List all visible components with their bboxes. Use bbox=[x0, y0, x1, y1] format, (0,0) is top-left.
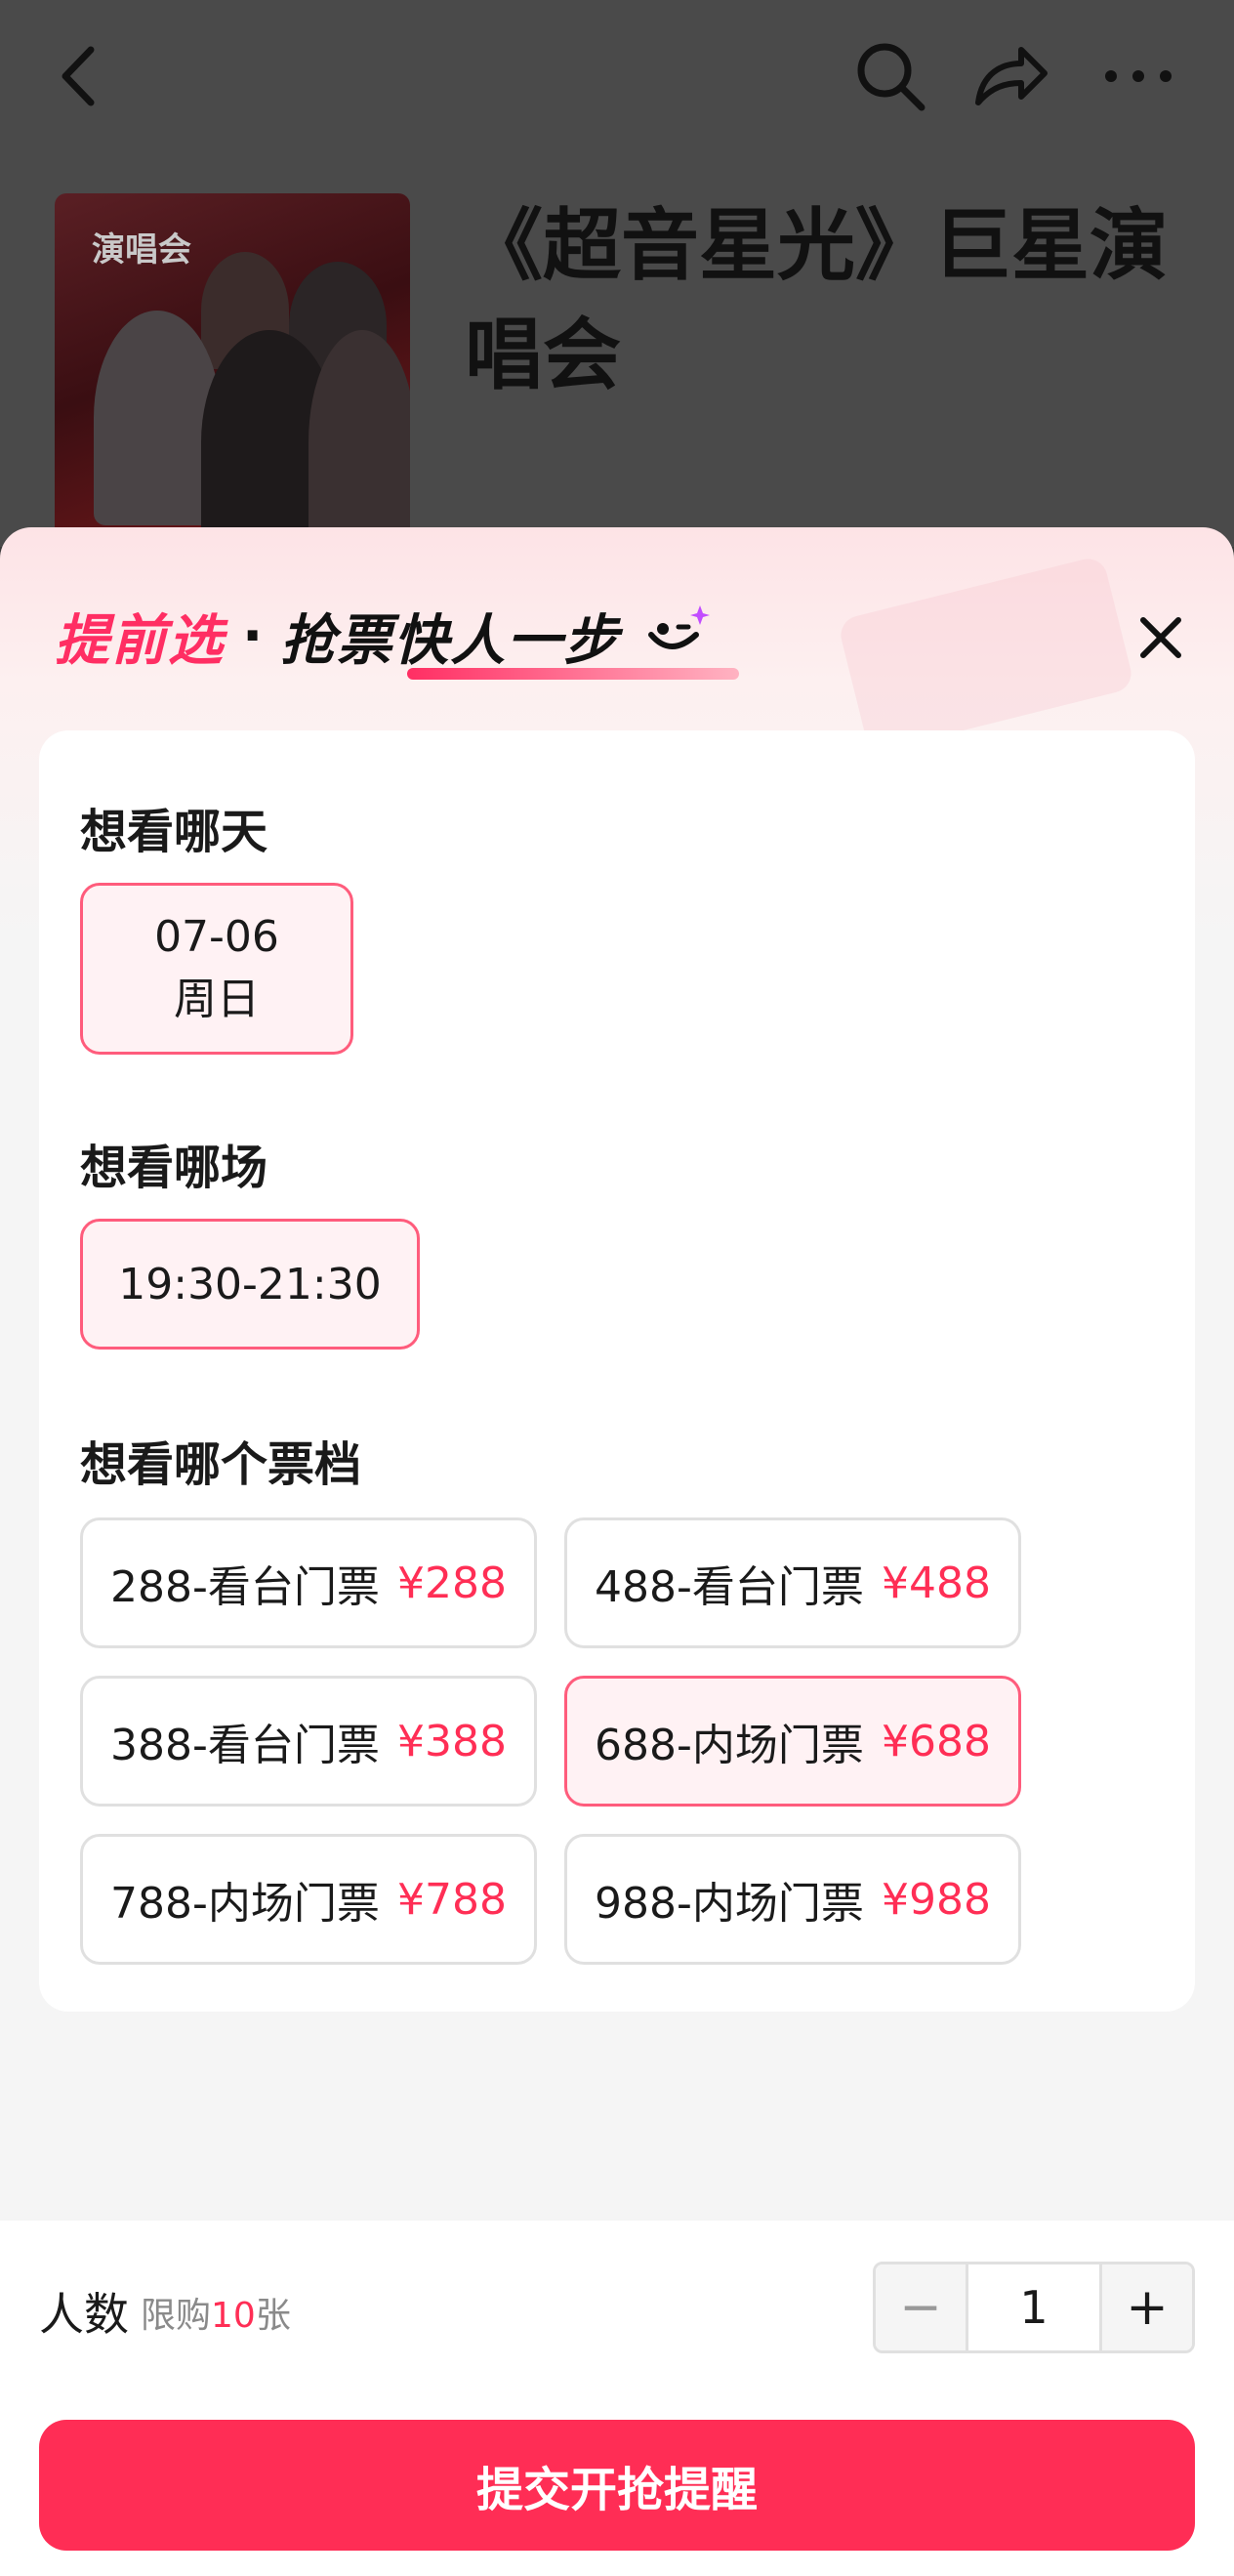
poster-tag: 演唱会 bbox=[92, 230, 191, 270]
tier-option[interactable]: 688-内场门票 ¥688 bbox=[564, 1676, 1021, 1807]
date-option[interactable]: 07-06 周日 bbox=[80, 883, 353, 1055]
quantity-label: 人数 bbox=[39, 2288, 129, 2341]
wink-face-icon bbox=[641, 602, 711, 670]
quantity-stepper: − 1 + bbox=[873, 2262, 1195, 2353]
ticket-selection-sheet: 提前选 · 抢票快人一步 想看哪天 07-06 周日 想看哪场 19:30-21… bbox=[0, 527, 1234, 2576]
close-button[interactable] bbox=[1117, 594, 1205, 682]
banner-separator: · bbox=[242, 603, 264, 668]
tier-price: ¥988 bbox=[882, 1874, 991, 1925]
quantity-row: 人数 限购10张 − 1 + bbox=[0, 2221, 1234, 2396]
session-option[interactable]: 19:30-21:30 bbox=[80, 1219, 420, 1350]
tier-price: ¥288 bbox=[397, 1558, 507, 1608]
session-section-title: 想看哪场 bbox=[80, 1141, 268, 1195]
sheet-banner: 提前选 · 抢票快人一步 bbox=[55, 592, 740, 680]
submit-reminder-button[interactable]: 提交开抢提醒 bbox=[39, 2420, 1195, 2551]
tier-price: ¥488 bbox=[882, 1558, 991, 1608]
tier-option[interactable]: 288-看台门票 ¥288 bbox=[80, 1517, 537, 1648]
tier-option[interactable]: 988-内场门票 ¥988 bbox=[564, 1834, 1021, 1965]
back-arrow-icon[interactable] bbox=[39, 37, 117, 115]
date-section-title: 想看哪天 bbox=[80, 805, 268, 859]
tier-price: ¥788 bbox=[397, 1874, 507, 1925]
session-option-time: 19:30-21:30 bbox=[118, 1259, 382, 1309]
poster-figure bbox=[308, 330, 410, 547]
share-icon[interactable] bbox=[972, 37, 1050, 115]
tier-option[interactable]: 488-看台门票 ¥488 bbox=[564, 1517, 1021, 1648]
purchase-limit: 限购10张 bbox=[141, 2287, 291, 2338]
tier-name: 688-内场门票 bbox=[595, 1721, 864, 1770]
submit-bar: 提交开抢提醒 bbox=[0, 2394, 1234, 2576]
date-option-date: 07-06 bbox=[154, 912, 279, 962]
banner-highlight: 提前选 bbox=[55, 608, 225, 673]
close-icon bbox=[1140, 617, 1181, 658]
limit-suffix: 张 bbox=[255, 2296, 291, 2336]
tier-name: 488-看台门票 bbox=[595, 1562, 864, 1612]
tier-price: ¥688 bbox=[882, 1716, 991, 1766]
tier-option[interactable]: 388-看台门票 ¥388 bbox=[80, 1676, 537, 1807]
date-option-weekday: 周日 bbox=[174, 975, 260, 1024]
event-title: 《超音星光》巨星演唱会 bbox=[465, 200, 1168, 400]
increase-button[interactable]: + bbox=[1102, 2264, 1192, 2350]
tier-price: ¥388 bbox=[397, 1716, 507, 1766]
tier-name: 288-看台门票 bbox=[110, 1562, 380, 1612]
banner-text: 抢票快人一步 bbox=[280, 597, 740, 680]
ticket-decoration bbox=[837, 555, 1135, 754]
background-page: 演唱会 《超音星光》巨星演唱会 bbox=[0, 0, 1234, 547]
tier-option[interactable]: 788-内场门票 ¥788 bbox=[80, 1834, 537, 1965]
quantity-value[interactable]: 1 bbox=[966, 2264, 1102, 2350]
more-icon[interactable] bbox=[1099, 37, 1177, 115]
tier-name: 788-内场门票 bbox=[110, 1879, 380, 1929]
limit-number: 10 bbox=[211, 2296, 256, 2336]
tier-name: 388-看台门票 bbox=[110, 1721, 380, 1770]
tier-section-title: 想看哪个票档 bbox=[80, 1437, 362, 1492]
search-icon[interactable] bbox=[851, 37, 929, 115]
decrease-button[interactable]: − bbox=[876, 2264, 966, 2350]
top-navigation-bar bbox=[0, 0, 1234, 156]
limit-prefix: 限购 bbox=[141, 2296, 212, 2336]
tier-name: 988-内场门票 bbox=[595, 1879, 864, 1929]
event-poster: 演唱会 bbox=[55, 193, 410, 547]
selection-card: 想看哪天 07-06 周日 想看哪场 19:30-21:30 想看哪个票档 28… bbox=[39, 730, 1195, 2012]
